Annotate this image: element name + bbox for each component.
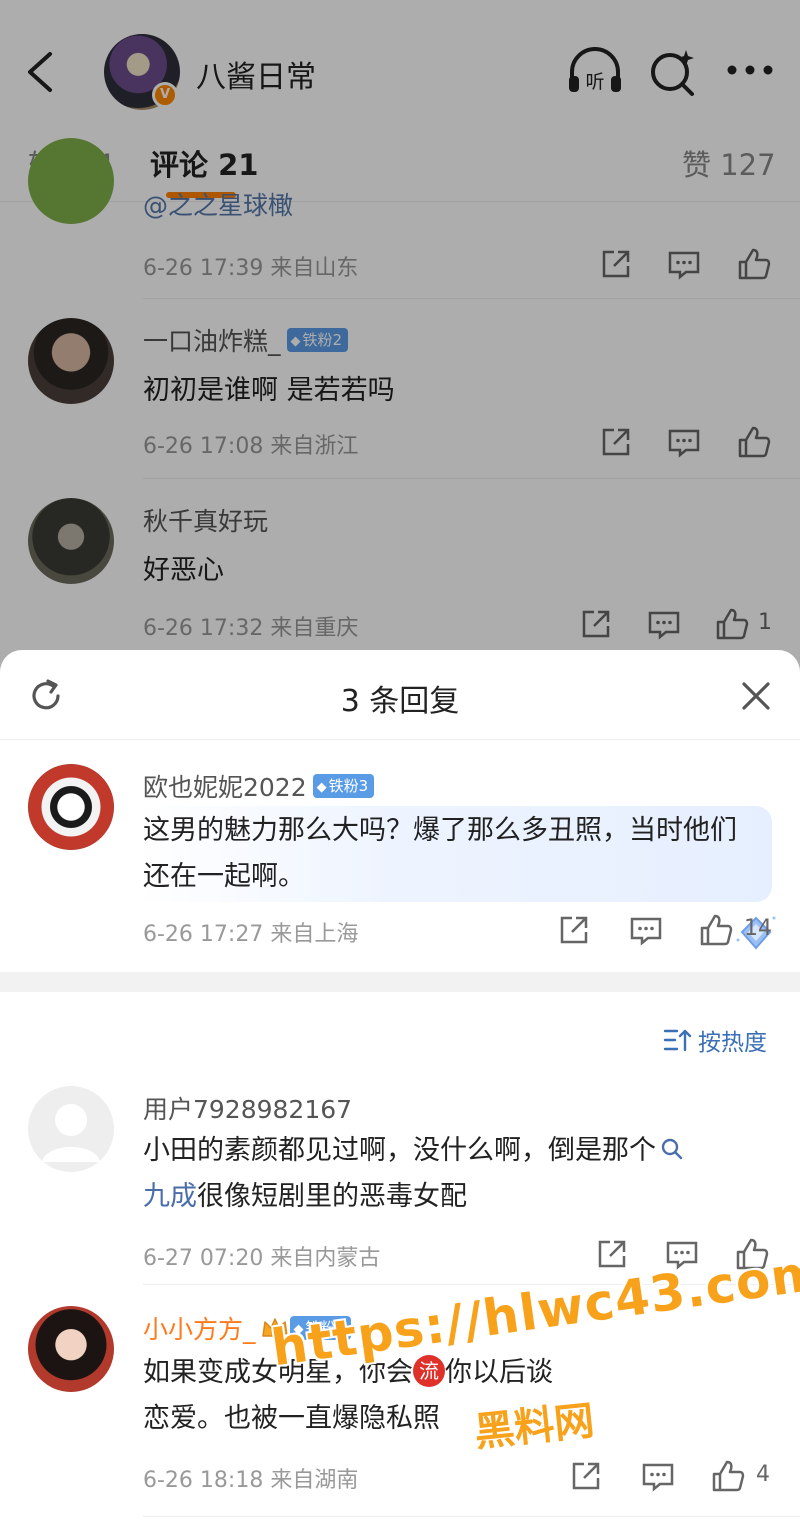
topic-link[interactable]: 九成 — [143, 1181, 197, 1212]
weibo-post-comments-page: V 八酱日常 听 转发 4 评论 21 — [0, 0, 800, 680]
commenter-avatar[interactable] — [28, 1306, 114, 1392]
comment-text: 小田的素颜都见过啊，没什么啊，倒是那个 九成很像短剧里的恶毒女配 — [143, 1128, 773, 1220]
section-separator — [0, 972, 800, 992]
sort-control[interactable]: 按热度 — [0, 1018, 800, 1058]
reply-button[interactable] — [640, 1458, 676, 1494]
like-button[interactable] — [710, 1458, 746, 1494]
sort-label: 按热度 — [698, 1030, 767, 1056]
sheet-title: 3 条回复 — [340, 684, 460, 719]
comment-text: 这男的魅力那么大吗？爆了那么多丑照，当时他们还在一起啊。 — [143, 815, 737, 892]
share-icon — [572, 1462, 600, 1490]
sort-icon — [663, 1029, 692, 1052]
comment-meta: 6-27 07:20 来自内蒙古 — [143, 1246, 381, 1271]
modal-backdrop[interactable] — [0, 0, 800, 680]
repost-button[interactable] — [556, 912, 592, 948]
fan-badge: ◆ 铁粉3 — [312, 774, 375, 798]
commenter-name[interactable]: 用户7928982167 — [143, 1090, 352, 1126]
watermark-text: 黑料网 — [472, 1397, 597, 1457]
comment-icon — [642, 1463, 674, 1492]
share-icon — [598, 1240, 626, 1268]
reply-item: 用户7928982167 小田的素颜都见过啊，没什么啊，倒是那个 九成很像短剧里的… — [0, 1076, 800, 1286]
comment-icon — [630, 917, 662, 946]
close-button[interactable] — [736, 676, 776, 716]
site-watermark: https://hlwc43.com 黑料网 — [268, 1243, 800, 1460]
thumbs-up-icon — [712, 1460, 745, 1492]
like-count: 14 — [744, 916, 772, 941]
root-comment: 欧也妮妮2022 ◆ 铁粉3 这男的魅力那么大吗？爆了那么多丑照，当时他们还在一起啊… — [0, 740, 800, 972]
sheet-header: 3 条回复 — [0, 650, 800, 740]
divider — [143, 1516, 800, 1517]
comment-meta: 6-26 18:18 来自湖南 — [143, 1468, 359, 1493]
like-button[interactable] — [698, 912, 734, 948]
repost-button[interactable] — [568, 1458, 604, 1494]
like-count: 4 — [756, 1462, 770, 1487]
repost-button[interactable] — [594, 1236, 630, 1272]
reply-button[interactable] — [628, 912, 664, 948]
comment-meta: 6-26 17:27 来自上海 — [143, 922, 359, 947]
commenter-avatar[interactable] — [28, 764, 114, 850]
default-avatar-icon — [42, 1104, 100, 1162]
thumbs-up-icon — [700, 914, 733, 946]
search-icon — [661, 1138, 683, 1159]
close-icon — [742, 682, 770, 710]
share-icon — [560, 916, 588, 944]
commenter-name[interactable]: 欧也妮妮2022 ◆ 铁粉3 — [143, 768, 375, 804]
commenter-avatar[interactable] — [28, 1086, 114, 1172]
